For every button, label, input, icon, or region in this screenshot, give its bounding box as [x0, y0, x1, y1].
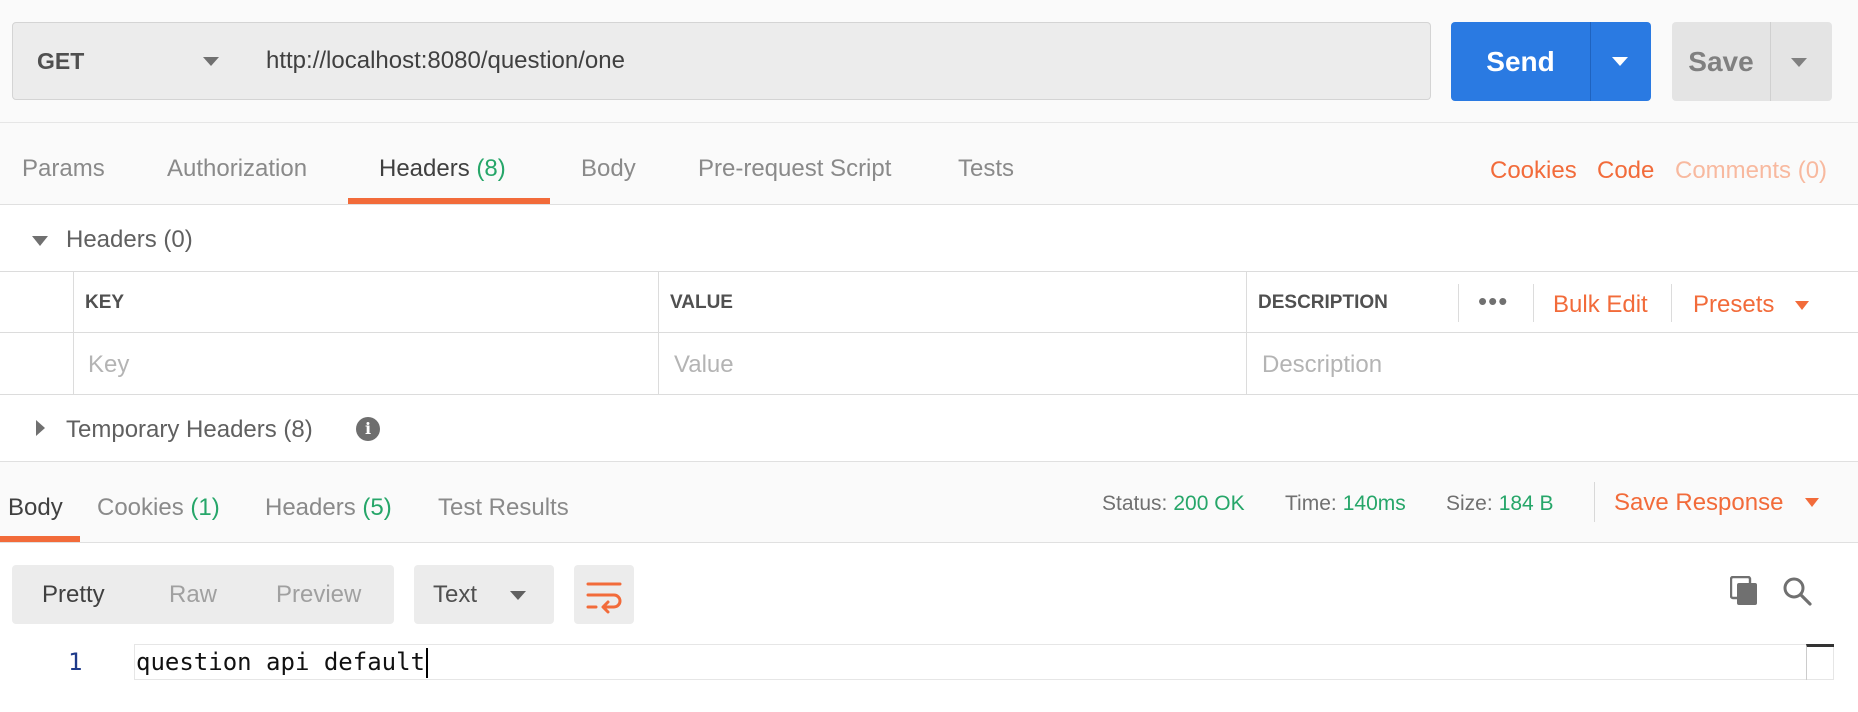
code-line-text: question api default: [136, 644, 428, 680]
tab-body[interactable]: Body: [581, 123, 636, 205]
size-readout: Size: 184 B: [1446, 462, 1554, 546]
table-divider: [1671, 284, 1672, 322]
chevron-down-icon: [203, 57, 219, 66]
copy-icon[interactable]: [1730, 576, 1758, 606]
temporary-headers-toggle[interactable]: Temporary Headers (8): [0, 400, 1858, 460]
method-select[interactable]: GET: [12, 22, 246, 100]
presets-dropdown[interactable]: Presets: [1693, 272, 1774, 338]
tab-headers-label: Headers: [379, 155, 470, 182]
tab-response-headers[interactable]: Headers (5): [265, 462, 392, 554]
tab-response-cookies-label: Cookies: [97, 494, 184, 521]
table-divider: [1533, 284, 1534, 322]
code-text: question api default: [136, 648, 425, 676]
column-value: VALUE: [670, 292, 733, 313]
size-value: 184 B: [1498, 492, 1554, 515]
search-icon[interactable]: [1782, 576, 1812, 606]
wrap-lines-button[interactable]: [574, 565, 634, 624]
status-label: Status:: [1102, 492, 1168, 515]
save-label: Save: [1688, 46, 1754, 77]
headers-section-title: Headers (0): [66, 210, 193, 270]
tab-test-results[interactable]: Test Results: [438, 462, 569, 554]
tab-headers-count: (8): [476, 155, 506, 182]
save-button[interactable]: Save: [1672, 22, 1832, 101]
wrap-lines-icon: [586, 582, 622, 614]
tab-response-headers-count: (5): [362, 494, 392, 521]
view-raw[interactable]: Raw: [169, 565, 217, 624]
url-input[interactable]: http://localhost:8080/question/one: [245, 22, 1431, 100]
presets-chevron-icon: [1795, 301, 1809, 310]
table-divider: [1458, 284, 1459, 322]
send-label: Send: [1486, 46, 1555, 77]
response-body-editor[interactable]: 1 question api default: [0, 644, 1858, 680]
method-label: GET: [37, 48, 85, 74]
active-tab-indicator: [0, 536, 80, 542]
tab-authorization[interactable]: Authorization: [167, 123, 307, 205]
info-icon[interactable]: i: [356, 417, 380, 441]
time-label: Time:: [1285, 492, 1337, 515]
time-value: 140ms: [1342, 492, 1406, 515]
headers-title: Headers: [66, 226, 157, 253]
collapse-triangle-icon: [32, 236, 48, 246]
response-bar: Body Cookies (1) Headers (5) Test Result…: [0, 461, 1858, 543]
editor-scrollbar[interactable]: [1806, 644, 1834, 680]
request-bar: GET http://localhost:8080/question/one S…: [0, 0, 1858, 123]
key-input[interactable]: Key: [88, 334, 129, 395]
headers-count: (0): [163, 226, 193, 253]
description-input[interactable]: Description: [1262, 334, 1382, 395]
view-preview[interactable]: Preview: [276, 565, 361, 624]
tab-response-cookies[interactable]: Cookies (1): [97, 462, 220, 554]
response-divider: [1594, 482, 1595, 522]
column-description: DESCRIPTION: [1258, 292, 1388, 313]
save-response-chevron-icon[interactable]: [1805, 498, 1819, 507]
format-select[interactable]: Text: [414, 565, 554, 624]
chevron-down-icon: [510, 591, 526, 600]
comments-link[interactable]: Comments (0): [1675, 123, 1827, 219]
save-response-button[interactable]: Save Response: [1614, 462, 1783, 544]
save-divider: [1770, 22, 1771, 101]
tab-tests[interactable]: Tests: [958, 123, 1014, 205]
table-row: Key Value Description: [0, 334, 1858, 395]
format-label: Text: [433, 581, 478, 608]
active-tab-indicator: [348, 198, 550, 204]
temporary-headers-count: (8): [283, 416, 313, 443]
tab-prerequest-script[interactable]: Pre-request Script: [698, 123, 891, 205]
send-button[interactable]: Send: [1451, 22, 1651, 101]
time-readout: Time: 140ms: [1285, 462, 1406, 546]
more-options-icon[interactable]: •••: [1478, 272, 1508, 330]
column-key: KEY: [85, 292, 125, 313]
send-options-chevron-icon[interactable]: [1612, 57, 1628, 66]
expand-triangle-icon: [36, 420, 45, 436]
text-cursor: [425, 648, 428, 678]
code-link[interactable]: Code: [1597, 123, 1654, 219]
send-divider: [1590, 22, 1591, 101]
request-tabs: Params Authorization Headers (8) Body Pr…: [0, 123, 1858, 205]
line-number: 1: [68, 648, 83, 676]
view-mode-selector: Pretty Raw Preview: [12, 565, 394, 624]
status-value: 200 OK: [1173, 492, 1245, 515]
headers-table: KEY VALUE DESCRIPTION ••• Bulk Edit Pres…: [0, 271, 1858, 395]
tab-response-cookies-count: (1): [190, 494, 220, 521]
tab-params[interactable]: Params: [22, 123, 105, 205]
table-header-row: KEY VALUE DESCRIPTION ••• Bulk Edit Pres…: [0, 272, 1858, 333]
tab-headers[interactable]: Headers (8): [379, 123, 506, 205]
size-label: Size:: [1446, 492, 1493, 515]
value-input[interactable]: Value: [674, 334, 734, 395]
temporary-headers-label: Temporary Headers: [66, 416, 277, 443]
temporary-headers-title: Temporary Headers (8): [66, 400, 313, 460]
tab-response-headers-label: Headers: [265, 494, 356, 521]
cookies-link[interactable]: Cookies: [1490, 123, 1577, 219]
bulk-edit-link[interactable]: Bulk Edit: [1553, 272, 1648, 338]
view-pretty[interactable]: Pretty: [42, 565, 105, 624]
headers-section-toggle[interactable]: Headers (0): [0, 210, 1858, 270]
save-options-chevron-icon[interactable]: [1791, 58, 1807, 67]
status-readout: Status: 200 OK: [1102, 462, 1245, 546]
